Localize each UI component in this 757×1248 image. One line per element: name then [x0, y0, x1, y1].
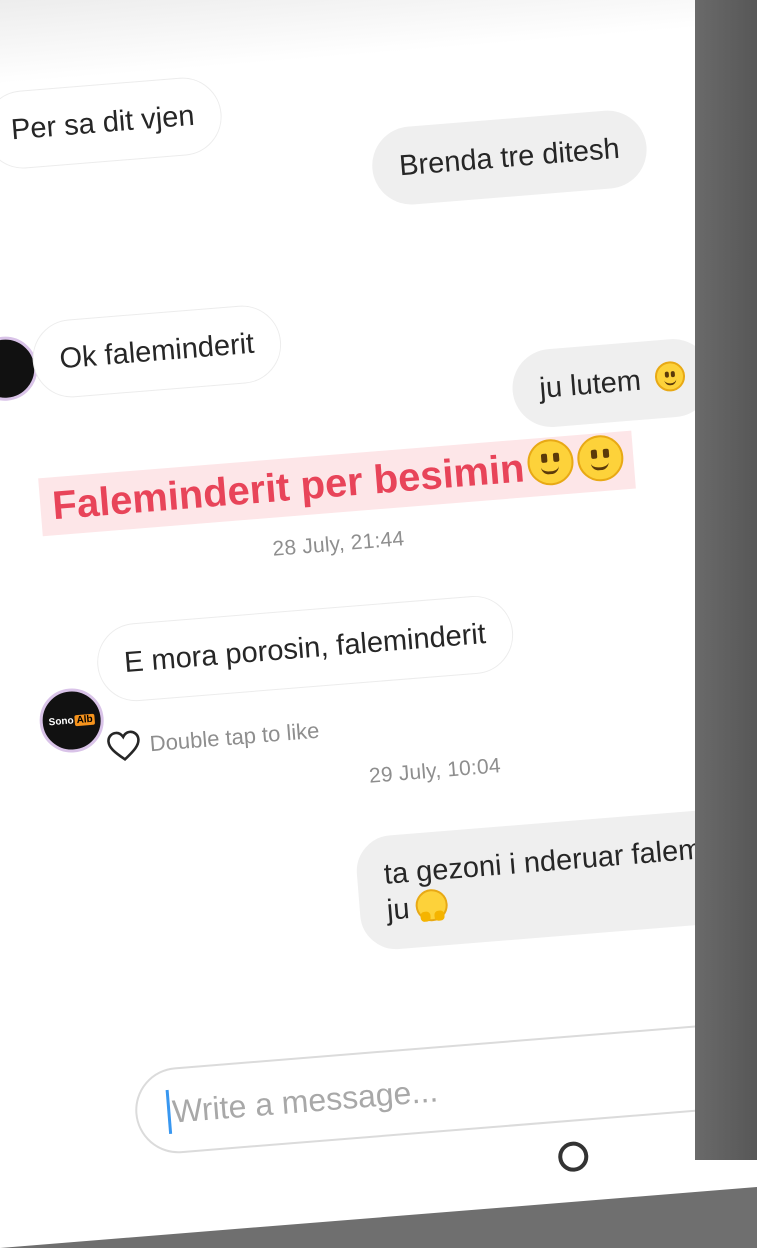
- like-hint-row[interactable]: Double tap to like: [105, 715, 321, 764]
- message-bubble-theirs[interactable]: Per sa dit vjen: [0, 74, 225, 172]
- thank-you-banner: Faleminderit per besimin: [38, 430, 637, 537]
- status-bar-fade: [0, 0, 721, 93]
- message-text: Per sa dit vjen: [9, 99, 196, 147]
- message-text: Brenda tre ditesh: [398, 132, 621, 183]
- avatar[interactable]: Sono Alb: [37, 686, 107, 755]
- message-timestamp: 29 July, 10:04: [368, 754, 502, 788]
- message-bubble-theirs[interactable]: E mora porosin, faleminderit: [94, 592, 516, 705]
- nav-home-button[interactable]: [557, 1140, 590, 1173]
- hugging-face-emoji-icon: [413, 888, 449, 923]
- message-text: E mora porosin, faleminderit: [122, 618, 488, 680]
- message-bubble-theirs[interactable]: Ok faleminderit: [29, 302, 285, 401]
- message-composer[interactable]: [131, 1005, 757, 1157]
- avatar-brand-badge: Alb: [74, 713, 96, 726]
- message-text: ju lutem: [538, 364, 643, 405]
- heart-icon[interactable]: [105, 729, 143, 764]
- like-hint-text: Double tap to like: [148, 717, 321, 757]
- message-bubble-mine[interactable]: Brenda tre ditesh: [369, 107, 650, 208]
- banner-text: Faleminderit per besimin: [50, 446, 527, 529]
- slight-smile-emoji-icon: [576, 433, 626, 483]
- slight-smile-emoji-icon: [653, 360, 686, 393]
- chat-screen: Per sa dit vjen Brenda tre ditesh Ok fal…: [0, 0, 757, 1248]
- avatar-brand-text: Sono: [48, 714, 75, 728]
- story-side-strip: [695, 0, 757, 1160]
- message-timestamp: 28 July, 21:44: [271, 527, 406, 561]
- message-text: Ok faleminderit: [58, 327, 256, 376]
- message-input[interactable]: [165, 1041, 757, 1135]
- slight-smile-emoji-icon: [526, 437, 576, 487]
- message-bubble-mine[interactable]: ju lutem: [509, 336, 715, 430]
